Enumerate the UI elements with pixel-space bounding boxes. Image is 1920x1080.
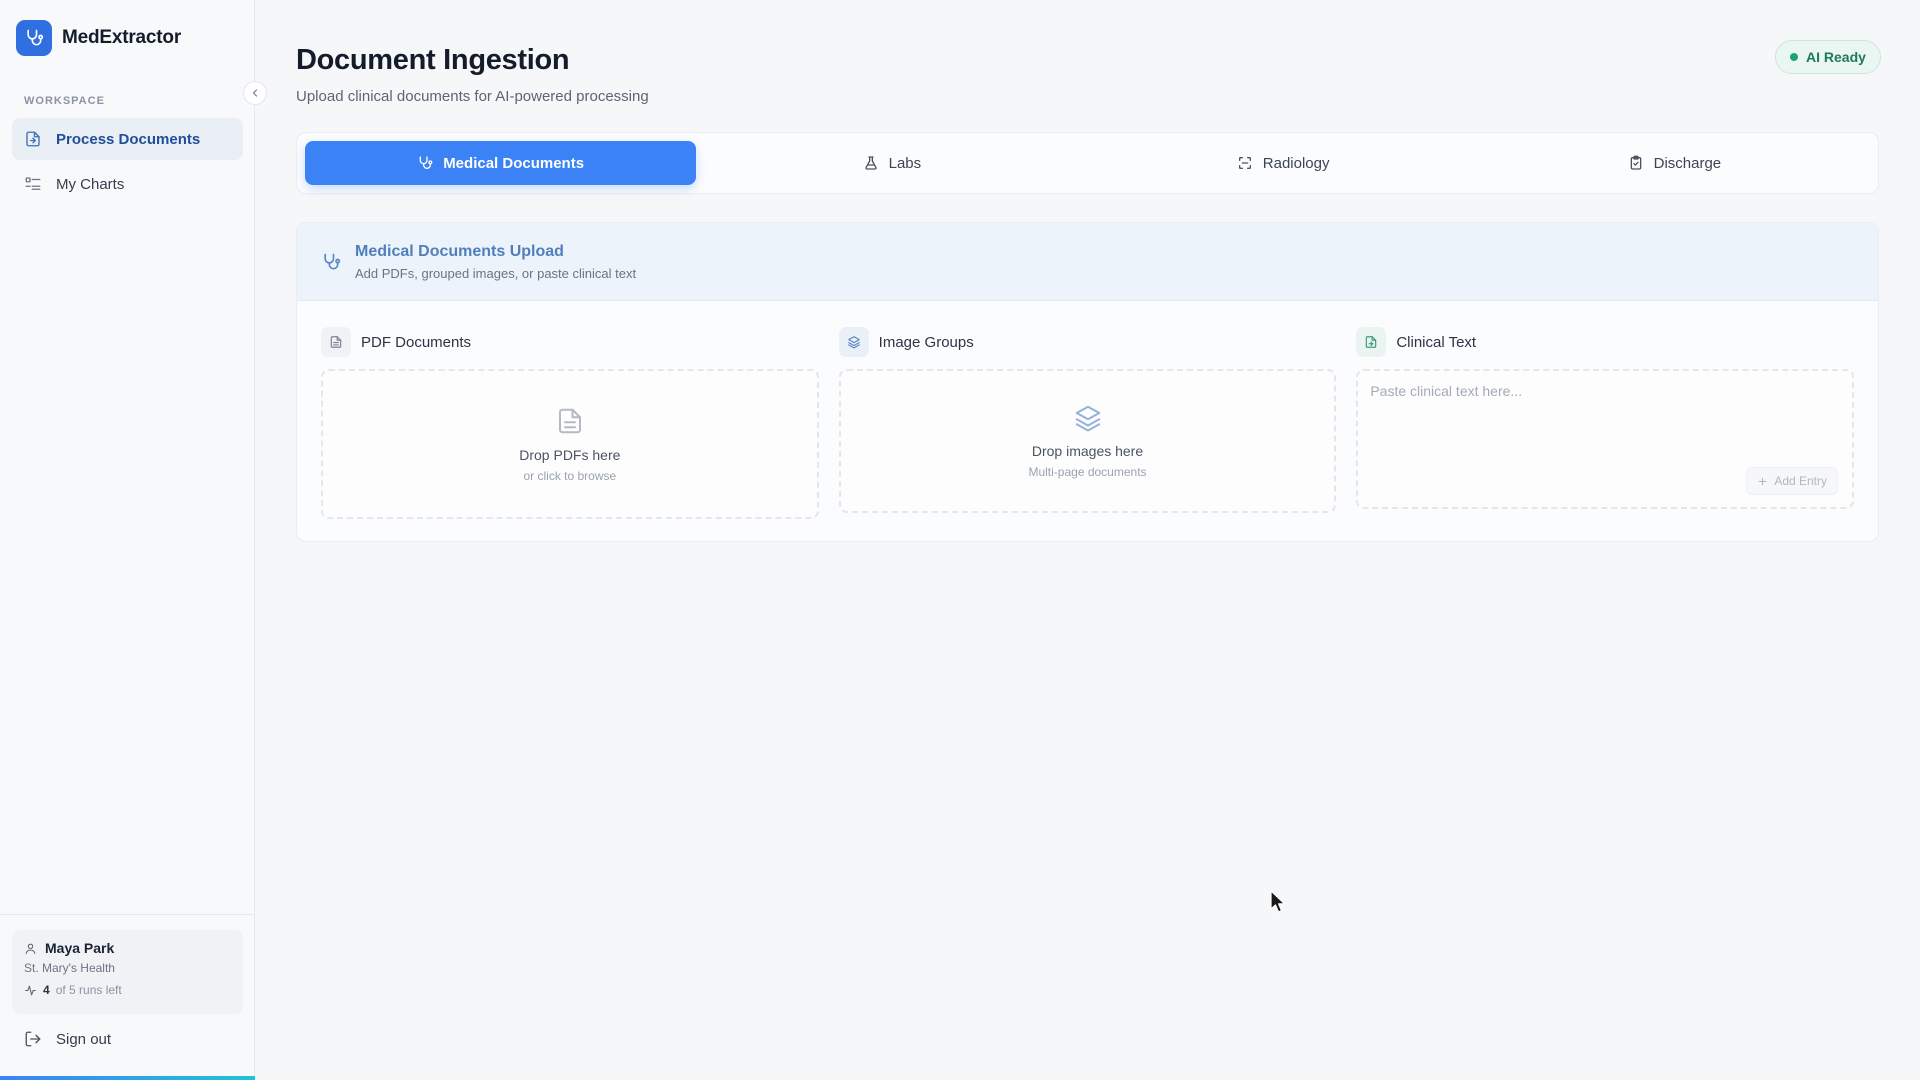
images-drop-subtext: Multi-page documents xyxy=(1028,465,1147,479)
upload-card: Medical Documents Upload Add PDFs, group… xyxy=(296,222,1879,542)
sidebar-item-label: My Charts xyxy=(56,175,125,193)
runs-text: of 5 runs left xyxy=(55,983,122,997)
pdf-column: PDF Documents Drop PDFs here or click to… xyxy=(321,327,819,519)
tab-label: Labs xyxy=(888,154,922,172)
upload-subtitle: Add PDFs, grouped images, or paste clini… xyxy=(355,265,637,281)
status-dot xyxy=(1790,53,1798,61)
mouse-cursor-icon xyxy=(1270,890,1288,919)
scan-icon xyxy=(1238,157,1251,169)
user-name: Maya Park xyxy=(45,940,115,956)
logout-icon xyxy=(25,1031,41,1047)
tab-label: Medical Documents xyxy=(443,154,585,172)
sign-out-button[interactable]: Sign out xyxy=(24,1030,111,1048)
section-label: WORKSPACE xyxy=(24,95,105,107)
add-entry-button[interactable]: Add Entry xyxy=(1746,467,1839,495)
tab-medical-documents[interactable]: Medical Documents xyxy=(305,141,697,185)
clinical-text-area: Add Entry xyxy=(1356,369,1855,509)
clinical-text-column: Clinical Text Add Entry xyxy=(1356,327,1855,519)
images-drop-text: Drop images here xyxy=(1031,443,1144,459)
sidebar-item-my-charts[interactable]: My Charts xyxy=(12,163,243,205)
upload-header: Medical Documents Upload Add PDFs, group… xyxy=(297,223,1878,301)
app-name: MedExtractor xyxy=(62,27,182,48)
user-icon xyxy=(25,943,36,954)
file-icon xyxy=(558,408,581,434)
sidebar-divider xyxy=(0,914,255,915)
sidebar-item-process-documents[interactable]: Process Documents xyxy=(12,118,243,160)
progress-bar xyxy=(0,1076,255,1080)
images-dropzone[interactable]: Drop images here Multi-page documents xyxy=(838,369,1337,513)
chevron-left-icon xyxy=(252,89,258,97)
clipboard-icon xyxy=(1630,155,1641,170)
page-subtitle: Upload clinical documents for AI-powered… xyxy=(296,88,649,105)
status-text: AI Ready xyxy=(1806,49,1866,65)
runs-remaining: 4 of 5 runs left xyxy=(24,983,231,997)
user-org: St. Mary's Health xyxy=(24,961,115,975)
stethoscope-icon xyxy=(324,253,341,269)
sidebar-nav: Process Documents My Charts xyxy=(12,118,243,208)
file-arrow-icon xyxy=(26,131,40,147)
tab-label: Discharge xyxy=(1653,154,1722,172)
pdf-dropzone[interactable]: Drop PDFs here or click to browse xyxy=(321,369,819,519)
plus-icon xyxy=(1759,477,1767,485)
add-entry-label: Add Entry xyxy=(1774,474,1828,488)
tab-discharge[interactable]: Discharge xyxy=(1479,141,1870,185)
clinical-text-input[interactable] xyxy=(1370,383,1841,453)
stethoscope-icon xyxy=(419,156,433,169)
list-icon xyxy=(25,177,41,190)
text-file-icon xyxy=(1356,327,1387,357)
collapse-sidebar-button[interactable] xyxy=(243,81,267,105)
pdf-drop-subtext: or click to browse xyxy=(523,469,617,483)
activity-icon xyxy=(25,985,36,995)
pdf-label: PDF Documents xyxy=(361,333,472,351)
upload-title: Medical Documents Upload xyxy=(355,242,564,260)
status-badge: AI Ready xyxy=(1775,40,1881,74)
brand[interactable]: MedExtractor xyxy=(16,20,181,56)
page-title: Document Ingestion xyxy=(296,44,570,76)
tab-labs[interactable]: Labs xyxy=(696,141,1087,185)
layers-icon xyxy=(1075,405,1100,432)
flask-icon xyxy=(864,156,877,170)
upload-columns: PDF Documents Drop PDFs here or click to… xyxy=(321,327,1855,519)
sidebar: MedExtractor WORKSPACE Process Documents… xyxy=(0,0,255,1080)
document-icon xyxy=(321,327,351,357)
tab-label: Radiology xyxy=(1262,154,1330,172)
images-column: Image Groups Drop images here Multi-page… xyxy=(838,327,1337,519)
clinical-text-label: Clinical Text xyxy=(1396,333,1477,351)
images-label: Image Groups xyxy=(878,333,974,351)
tab-radiology[interactable]: Radiology xyxy=(1088,141,1479,185)
sign-out-label: Sign out xyxy=(56,1030,112,1048)
user-card: Maya Park St. Mary's Health 4 of 5 runs … xyxy=(12,930,243,1014)
layers-icon xyxy=(838,327,869,357)
pdf-drop-text: Drop PDFs here xyxy=(519,447,621,463)
document-type-tabs: Medical Documents Labs Radiology Dischar… xyxy=(296,132,1879,194)
stethoscope-logo-icon xyxy=(16,20,52,56)
runs-count: 4 xyxy=(43,983,50,997)
sidebar-item-label: Process Documents xyxy=(56,130,201,148)
